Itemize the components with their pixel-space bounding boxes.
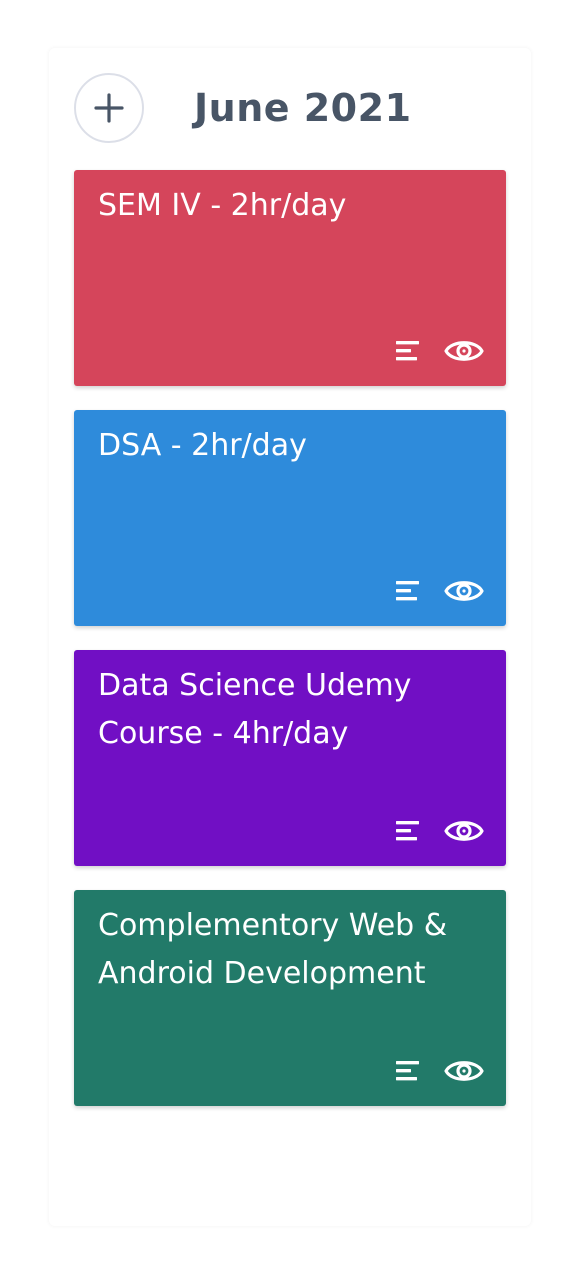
card-title: Data Science Udemy Course - 4hr/day [98,668,412,751]
lines-icon [396,820,420,842]
eye-icon[interactable] [444,576,484,606]
eye-icon[interactable] [444,1056,484,1086]
card-title: DSA - 2hr/day [98,428,307,463]
card-data-science[interactable]: Data Science Udemy Course - 4hr/day [74,650,506,866]
card-title: Complementory Web & Android Development [98,908,448,991]
add-card-button[interactable] [74,73,144,143]
month-panel: June 2021 SEM IV - 2hr/day DSA - 2hr/day… [49,48,531,1226]
eye-icon[interactable] [444,336,484,366]
lines-icon [396,340,420,362]
card-dsa[interactable]: DSA - 2hr/day [74,410,506,626]
card-actions [396,334,484,368]
panel-header: June 2021 [49,48,531,170]
card-title: SEM IV - 2hr/day [98,188,347,223]
eye-icon[interactable] [444,816,484,846]
lines-icon [396,1060,420,1082]
card-actions [396,574,484,608]
card-sem-iv[interactable]: SEM IV - 2hr/day [74,170,506,386]
page-title: June 2021 [194,86,412,130]
lines-icon [396,580,420,602]
plus-icon [93,92,125,124]
card-actions [396,1054,484,1088]
card-actions [396,814,484,848]
card-web-android[interactable]: Complementory Web & Android Development [74,890,506,1106]
